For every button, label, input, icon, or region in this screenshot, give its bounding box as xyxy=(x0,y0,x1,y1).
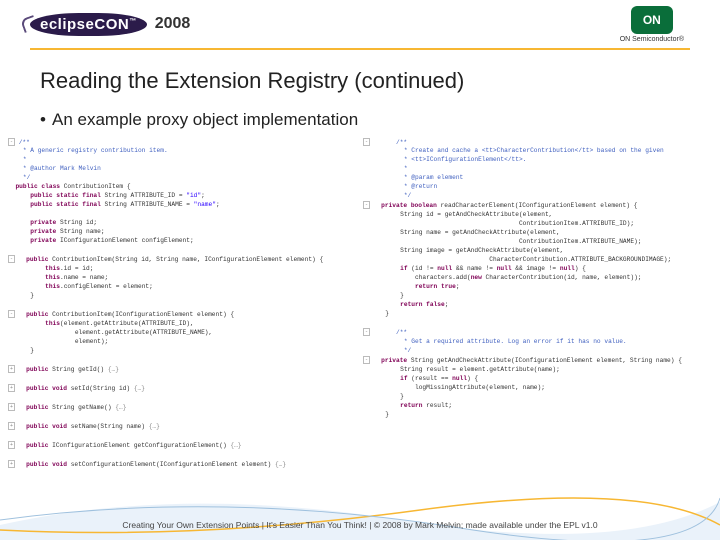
conf-year: 2008 xyxy=(155,15,191,33)
code-right: - /** * Create and cache a <tt>Character… xyxy=(363,138,712,470)
slide-header: eclipseCON™ 2008 ON ON Semiconductor® xyxy=(0,0,720,48)
eclipsecon-logo: eclipseCON™ 2008 xyxy=(30,13,190,36)
on-sub: ON Semiconductor® xyxy=(620,36,684,43)
slide-footer: Creating Your Own Extension Points | It'… xyxy=(0,520,720,530)
on-box: ON xyxy=(631,6,673,34)
decorative-swoosh xyxy=(0,480,720,540)
trademark: ™ xyxy=(129,18,137,25)
code-left: - /** * A generic registry contribution … xyxy=(8,138,357,470)
bullet-item: An example proxy object implementation xyxy=(0,104,720,138)
eclipsecon-oval: eclipseCON™ xyxy=(30,13,147,36)
slide-title: Reading the Extension Registry (continue… xyxy=(0,50,720,104)
code-listings: - /** * A generic registry contribution … xyxy=(0,138,720,470)
on-semi-logo: ON ON Semiconductor® xyxy=(620,6,684,43)
conf-name: eclipseCON xyxy=(40,16,129,33)
